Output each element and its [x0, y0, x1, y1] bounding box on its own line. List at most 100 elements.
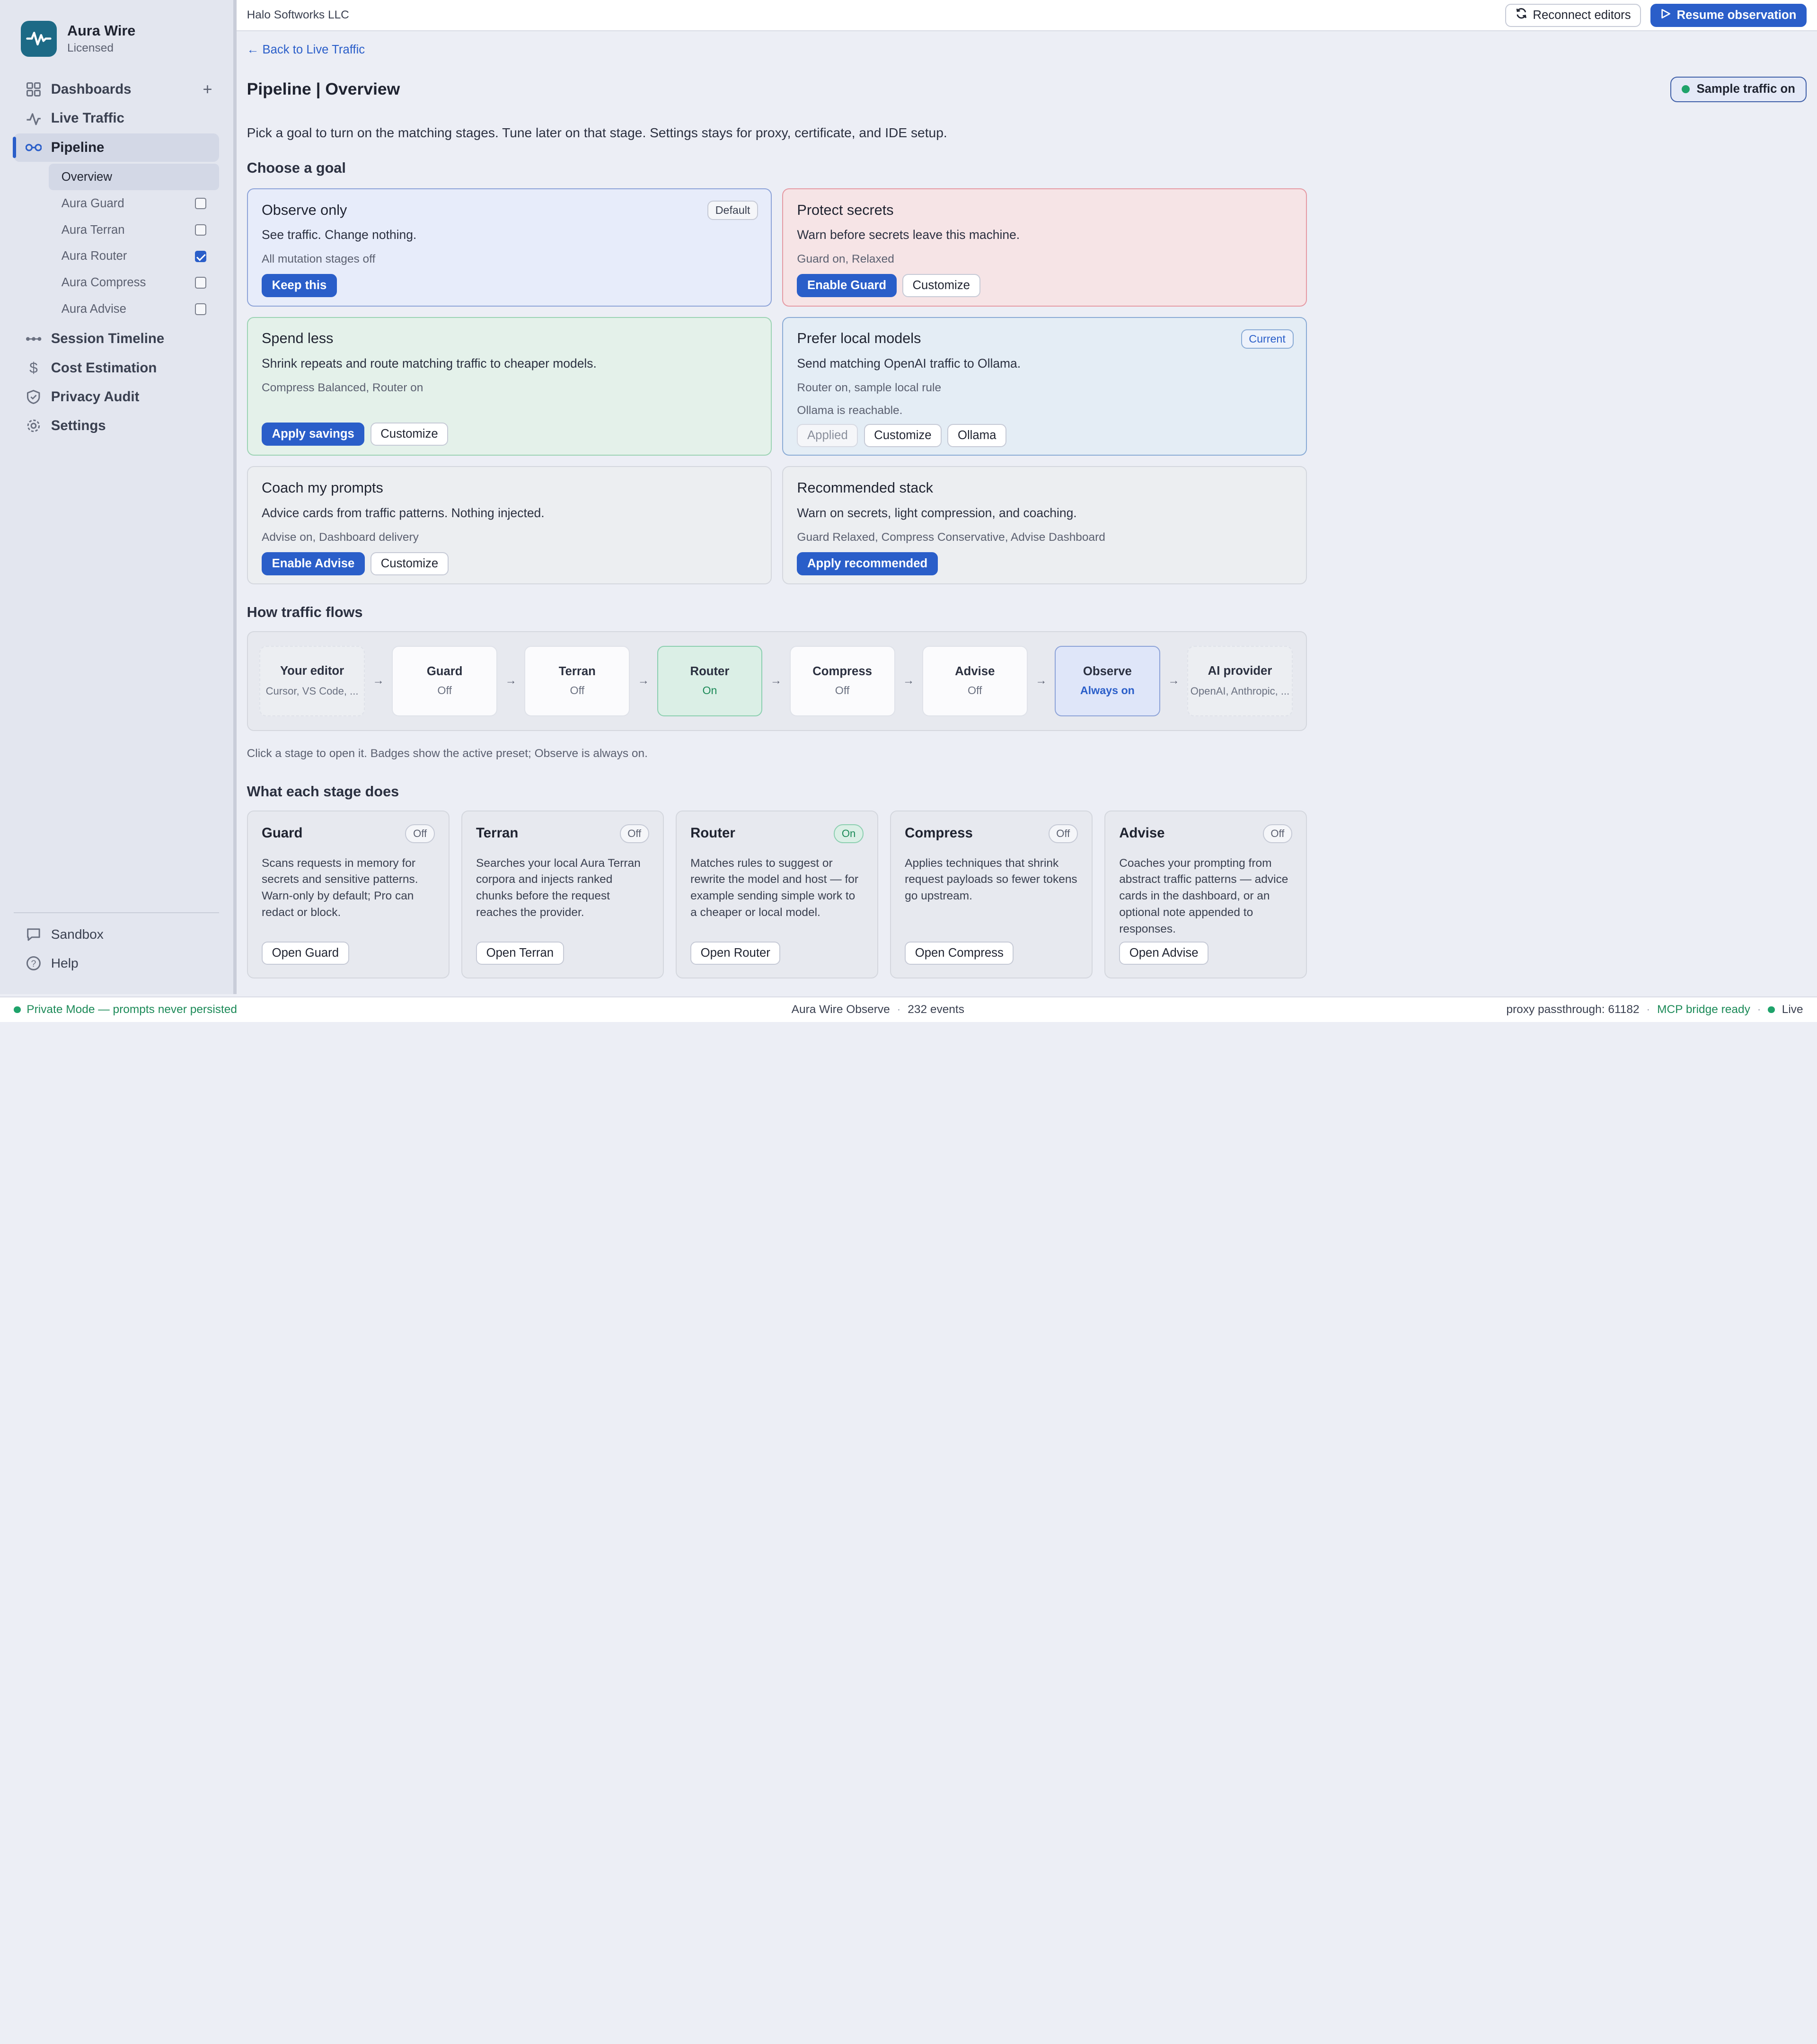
apply-savings-button[interactable]: Apply savings — [262, 422, 365, 446]
nav-item-privacy-audit[interactable]: Privacy Audit — [14, 383, 219, 411]
svg-text:?: ? — [31, 959, 36, 969]
back-to-live-traffic-link[interactable]: ← Back to Live Traffic — [247, 43, 365, 57]
terran-enabled-checkbox[interactable] — [194, 224, 207, 236]
ollama-reachability: Ollama is reachable. — [797, 404, 903, 417]
stage-status: Cursor, VS Code, ... — [265, 685, 359, 697]
status-dot-icon — [14, 1006, 21, 1013]
flow-stage-ai-provider: AI provider OpenAI, Anthropic, ... — [1187, 645, 1293, 716]
top-bar: Halo Softworks LLC Reconnect editors Res… — [236, 0, 1817, 32]
goal-card-protect-secrets: Protect secrets Warn before secrets leav… — [782, 188, 1307, 307]
subnav-label: Aura Terran — [61, 223, 125, 237]
nav-label: Cost Estimation — [51, 360, 157, 376]
sample-traffic-toggle[interactable]: Sample traffic on — [1670, 76, 1807, 102]
flow-stage-advise[interactable]: Advise Off — [922, 645, 1028, 716]
nav-label: Sandbox — [51, 926, 104, 942]
goals-heading: Choose a goal — [247, 160, 346, 176]
separator: · — [1646, 1003, 1650, 1016]
goal-actions: Enable Advise Customize — [262, 552, 757, 576]
add-dashboard-plus-icon[interactable]: + — [203, 80, 212, 99]
guard-enabled-checkbox[interactable] — [194, 197, 207, 210]
open-terran-button[interactable]: Open Terran — [476, 941, 564, 965]
customize-button[interactable]: Customize — [864, 424, 942, 448]
stage-name: Observe — [1083, 665, 1132, 678]
subnav-item-aura-compress[interactable]: Aura Compress — [14, 270, 219, 296]
nav-item-sandbox[interactable]: Sandbox — [14, 920, 219, 949]
subnav-item-aura-terran[interactable]: Aura Terran — [14, 217, 219, 243]
goal-card-spend-less: Spend less Shrink repeats and route matc… — [247, 317, 772, 456]
stage-status: Off — [835, 684, 850, 697]
nav-label: Privacy Audit — [51, 388, 140, 405]
subnav-item-aura-advise[interactable]: Aura Advise — [14, 296, 219, 323]
sidebar: Aura Wire Licensed Dashboards + Live Tra… — [0, 0, 237, 995]
open-advise-button[interactable]: Open Advise — [1119, 941, 1209, 965]
top-actions: Reconnect editors Resume observation — [1505, 3, 1807, 27]
main-nav: Dashboards + Live Traffic Pipeline Overv… — [12, 75, 220, 440]
enable-guard-button[interactable]: Enable Guard — [797, 274, 897, 298]
ollama-button[interactable]: Ollama — [947, 424, 1006, 448]
subnav-item-aura-router[interactable]: Aura Router — [14, 243, 219, 270]
advise-enabled-checkbox[interactable] — [194, 303, 207, 315]
nav-label: Pipeline — [51, 139, 105, 155]
live-status: Live — [1782, 1003, 1803, 1016]
goal-grid: Observe only Default See traffic. Change… — [247, 188, 1807, 585]
subnav-item-aura-guard[interactable]: Aura Guard — [14, 190, 219, 217]
event-count: 232 events — [908, 1003, 964, 1016]
apply-recommended-button[interactable]: Apply recommended — [797, 552, 938, 576]
status-badge: Off — [1262, 824, 1292, 843]
refresh-icon — [1516, 8, 1527, 22]
flow-stage-compress[interactable]: Compress Off — [789, 645, 895, 716]
compress-enabled-checkbox[interactable] — [194, 277, 207, 289]
flow-stage-guard[interactable]: Guard Off — [392, 645, 498, 716]
nav-item-dashboards[interactable]: Dashboards + — [14, 75, 219, 104]
status-badge: On — [834, 824, 864, 843]
nav-label: Session Timeline — [51, 331, 165, 347]
router-enabled-checkbox[interactable] — [194, 250, 207, 263]
resume-observation-button[interactable]: Resume observation — [1650, 3, 1807, 27]
resume-observation-label: Resume observation — [1676, 8, 1797, 22]
private-mode-indicator: Private Mode — prompts never persisted — [14, 1003, 237, 1016]
nav-item-cost-estimation[interactable]: $ Cost Estimation — [14, 354, 219, 382]
goal-description: See traffic. Change nothing. — [262, 228, 417, 242]
page-title: Pipeline | Overview — [247, 79, 400, 99]
goal-title: Coach my prompts — [262, 480, 383, 496]
subnav-item-overview[interactable]: Overview — [48, 164, 220, 191]
grid-icon — [26, 81, 42, 97]
pipeline-icon — [25, 139, 42, 155]
subnav-label: Overview — [61, 170, 112, 184]
page-content: ← Back to Live Traffic Pipeline | Overvi… — [237, 31, 1817, 978]
customize-button[interactable]: Customize — [370, 552, 449, 576]
customize-button[interactable]: Customize — [370, 422, 449, 446]
enable-advise-button[interactable]: Enable Advise — [262, 552, 365, 576]
open-compress-button[interactable]: Open Compress — [905, 941, 1014, 965]
goal-actions: Apply savings Customize — [262, 422, 757, 446]
keep-this-button[interactable]: Keep this — [262, 274, 337, 298]
goal-card-coach-my-prompts: Coach my prompts Advice cards from traff… — [247, 466, 772, 585]
nav-item-help[interactable]: ? Help — [14, 949, 219, 978]
nav-item-session-timeline[interactable]: Session Timeline — [14, 325, 219, 353]
flow-stage-router[interactable]: Router On — [657, 645, 763, 716]
stage-card-description: Coaches your prompting from abstract tra… — [1119, 856, 1288, 935]
nav-item-live-traffic[interactable]: Live Traffic — [14, 104, 219, 132]
traffic-flow-diagram: Your editor Cursor, VS Code, ... → Guard… — [247, 631, 1307, 731]
open-guard-button[interactable]: Open Guard — [262, 941, 349, 965]
stage-card-description: Searches your local Aura Terran corpora … — [476, 856, 641, 919]
stage-name: Terran — [558, 665, 596, 678]
nav-label: Help — [51, 955, 79, 970]
separator: · — [1757, 1003, 1761, 1016]
flow-stage-terran[interactable]: Terran Off — [524, 645, 630, 716]
flow-arrow-icon: → — [902, 674, 915, 687]
pipeline-subnav: Overview Aura Guard Aura Terran Aura Rou… — [14, 164, 220, 323]
live-dot-icon — [1768, 1006, 1775, 1013]
event-summary: Aura Wire Observe · 232 events — [792, 1003, 964, 1016]
flow-stage-observe[interactable]: Observe Always on — [1054, 645, 1160, 716]
reconnect-editors-button[interactable]: Reconnect editors — [1505, 3, 1641, 27]
customize-button[interactable]: Customize — [902, 274, 980, 298]
open-router-button[interactable]: Open Router — [690, 941, 781, 965]
flow-stage-your-editor: Your editor Cursor, VS Code, ... — [259, 645, 365, 716]
goal-title: Spend less — [262, 330, 334, 347]
gear-icon — [26, 418, 42, 434]
nav-item-settings[interactable]: Settings — [14, 412, 219, 440]
private-mode-label: Private Mode — prompts never persisted — [26, 1003, 237, 1016]
help-icon: ? — [26, 955, 42, 971]
nav-item-pipeline[interactable]: Pipeline — [12, 133, 220, 162]
